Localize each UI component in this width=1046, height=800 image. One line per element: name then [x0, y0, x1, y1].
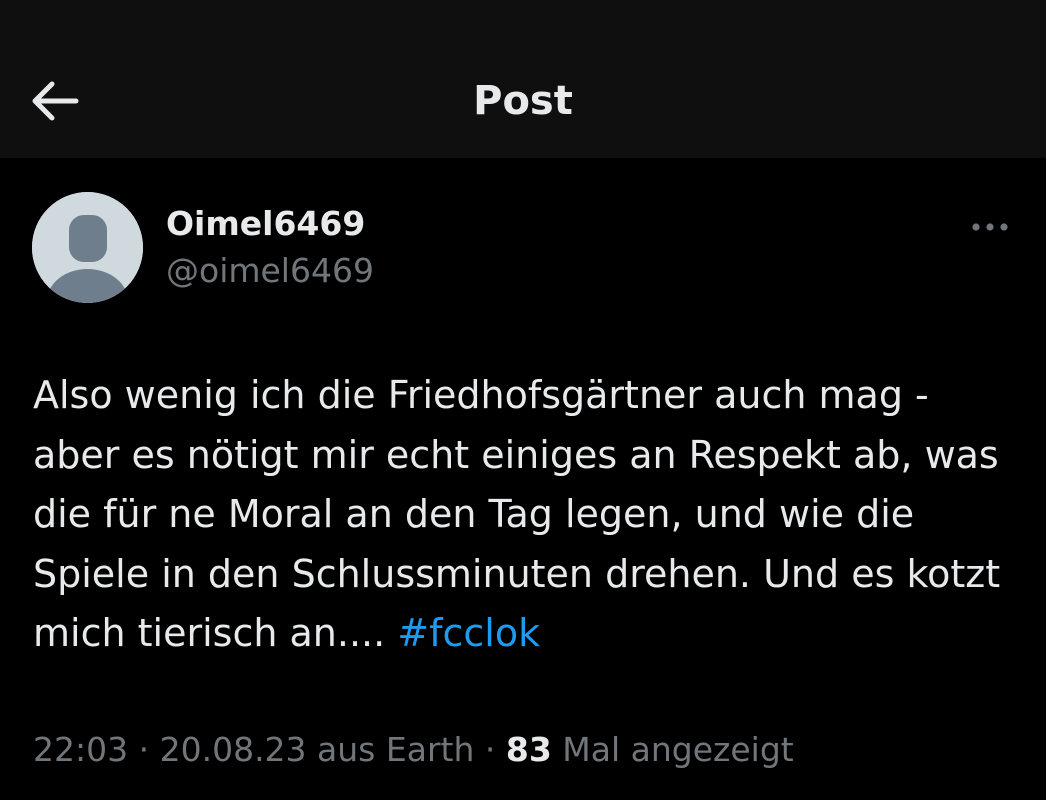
post-text: Also wenig ich die Friedhofsgärtner auch…	[33, 366, 1023, 664]
page-title: Post	[473, 78, 573, 124]
views-label[interactable]: Mal angezeigt	[562, 730, 793, 769]
post-metadata: 22:03 · 20.08.23 aus Earth · 83 Mal ange…	[33, 726, 794, 774]
post-text-line: die für ne Moral an den Tag legen, und w…	[33, 492, 915, 536]
author-handle[interactable]: @oimel6469	[166, 249, 374, 293]
more-options-button[interactable]	[965, 210, 1015, 244]
post-location: aus Earth	[317, 730, 475, 769]
post-text-line-last: mich tierisch an.... #fcclok	[33, 604, 1023, 664]
avatar[interactable]	[32, 192, 143, 303]
views-count[interactable]: 83	[506, 730, 552, 769]
post-text-tail: mich tierisch an....	[33, 611, 386, 655]
more-horizontal-icon	[972, 223, 1008, 231]
post-text-line: Also wenig ich die Friedhofsgärtner auch…	[33, 373, 929, 417]
default-avatar-icon	[32, 192, 143, 303]
meta-separator: ·	[474, 730, 506, 769]
post-date[interactable]: 20.08.23	[160, 730, 307, 769]
post-text-line: aber es nötigt mir echt einiges an Respe…	[33, 432, 999, 477]
post-time[interactable]: 22:03	[33, 730, 128, 769]
hashtag-link[interactable]: #fcclok	[397, 611, 540, 655]
meta-separator: ·	[128, 730, 160, 769]
top-app-bar: Post	[0, 0, 1046, 158]
author-display-name[interactable]: Oimel6469	[166, 202, 365, 246]
post-text-line: Spiele in den Schlussminuten drehen. Und…	[33, 551, 1001, 596]
